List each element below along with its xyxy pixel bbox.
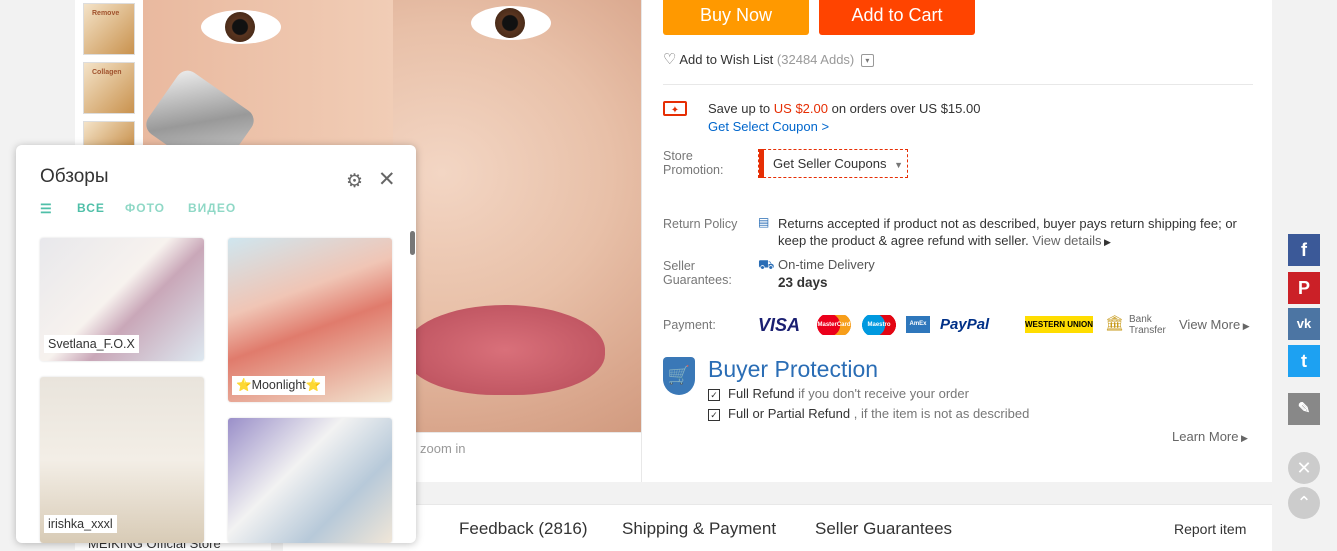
tab-shipping-payment[interactable]: Shipping & Payment xyxy=(622,519,776,539)
report-item-link[interactable]: Report item xyxy=(1174,521,1246,537)
tab-video[interactable]: ВИДЕО xyxy=(188,201,236,215)
paypal-icon: PayPal xyxy=(940,316,990,333)
wishlist[interactable]: ♡ Add to Wish List (32484 Adds) ▾ xyxy=(663,50,874,68)
return-policy: Returns accepted if product not as descr… xyxy=(778,215,1253,251)
full-refund-item: ✓ Full Refund if you don't receive your o… xyxy=(708,386,969,401)
edit-icon[interactable]: ✎ xyxy=(1288,393,1320,425)
close-icon[interactable]: ✕ xyxy=(378,167,396,192)
get-select-coupon-link[interactable]: Get Select Coupon > xyxy=(708,119,980,134)
full-refund-label: Full Refund xyxy=(728,386,795,401)
check-icon: ✓ xyxy=(708,389,720,401)
divider xyxy=(641,0,642,482)
return-policy-text: Returns accepted if product not as descr… xyxy=(778,216,1237,248)
partial-refund-item: ✓ Full or Partial Refund , if the item is… xyxy=(708,406,1029,421)
thumbnail[interactable]: Collagen xyxy=(83,62,135,114)
tab-seller-guarantees[interactable]: Seller Guarantees xyxy=(815,519,952,539)
get-seller-coupons-button[interactable]: Get Seller Coupons ▼ xyxy=(758,149,908,178)
detail-tab-bar: Feedback (2816) Shipping & Payment Selle… xyxy=(283,504,1272,551)
arrow-right-icon: ▶ xyxy=(1101,237,1111,247)
bank-icon: 🏛 xyxy=(1105,315,1125,332)
scroll-top-icon[interactable]: ⌃ xyxy=(1288,487,1320,519)
coupon-amount: US $2.00 xyxy=(773,101,828,116)
learn-more-label: Learn More xyxy=(1172,429,1239,444)
list-icon[interactable]: ☰ xyxy=(40,201,53,217)
seller-coupons-label: Get Seller Coupons xyxy=(773,156,887,171)
vk-share-icon[interactable]: vk xyxy=(1288,308,1320,340)
wishlist-label: Add to Wish List xyxy=(679,52,774,67)
pinterest-share-icon[interactable]: P xyxy=(1288,272,1320,304)
gear-icon[interactable]: ⚙ xyxy=(346,170,363,193)
add-to-cart-button[interactable]: Add to Cart xyxy=(819,0,975,35)
tab-all[interactable]: ВСЕ xyxy=(77,201,105,215)
coupon-text: Save up to xyxy=(708,101,774,116)
cart-shield-icon: 🛒 xyxy=(663,357,695,395)
truck-icon: ⛟ xyxy=(758,257,775,272)
scrollbar[interactable] xyxy=(410,231,415,255)
visa-icon: VISA xyxy=(758,315,801,335)
store-promotion-label: Store Promotion: xyxy=(663,149,724,177)
review-card[interactable]: ⭐Moonlight⭐ xyxy=(228,238,392,402)
arrow-right-icon: ▶ xyxy=(1240,321,1250,331)
amex-icon: AmEx xyxy=(906,316,930,333)
tab-feedback[interactable]: Feedback (2816) xyxy=(459,519,588,539)
partial-refund-desc: , if the item is not as described xyxy=(850,406,1030,421)
review-card[interactable]: irishka_xxxl xyxy=(40,377,204,543)
eye-right xyxy=(471,6,551,40)
bank-transfer-label: Bank Transfer xyxy=(1129,314,1166,336)
full-refund-desc: if you don't receive your order xyxy=(794,386,969,401)
eye-left xyxy=(201,10,281,44)
arrow-right-icon: ▶ xyxy=(1238,433,1248,443)
heart-icon: ♡ xyxy=(663,51,677,68)
mastercard-icon: MasterCard xyxy=(816,315,852,335)
close-circle-icon[interactable]: ✕ xyxy=(1288,452,1320,484)
divider xyxy=(663,84,1253,85)
lips xyxy=(405,305,605,395)
western-union-icon: WESTERN UNION xyxy=(1025,316,1093,333)
coupon-text: on orders over US $15.00 xyxy=(827,101,981,116)
review-card[interactable]: Svetlana_F.O.X xyxy=(40,238,204,361)
seller-guarantees-label: Seller Guarantees: xyxy=(663,259,732,287)
view-details-link[interactable]: View details xyxy=(1032,233,1101,248)
twitter-share-icon[interactable]: t xyxy=(1288,345,1320,377)
buyer-protection-title: Buyer Protection xyxy=(708,356,879,382)
review-card[interactable] xyxy=(228,418,392,543)
zoom-hint: zoom in xyxy=(420,441,466,456)
thumbnail-text: Collagen xyxy=(92,69,122,76)
chevron-down-icon[interactable]: ▾ xyxy=(860,54,874,68)
thumbnail[interactable]: Remove xyxy=(83,3,135,55)
wishlist-count: (32484 Adds) xyxy=(776,52,855,67)
thumbnail[interactable] xyxy=(83,121,135,148)
caret-down-icon: ▼ xyxy=(894,160,903,170)
buy-now-button[interactable]: Buy Now xyxy=(663,0,809,35)
reviewer-name: ⭐Moonlight⭐ xyxy=(232,376,326,395)
popup-title: Обзоры xyxy=(40,166,109,187)
thumbnail-text: Remove xyxy=(92,10,120,17)
return-icon: ▤ xyxy=(758,215,770,229)
partial-refund-label: Full or Partial Refund xyxy=(728,406,851,421)
coupon-icon: ✦ xyxy=(663,101,687,116)
facebook-share-icon[interactable]: f xyxy=(1288,234,1320,266)
on-time-delivery: On-time Delivery xyxy=(778,257,875,272)
maestro-icon: Maestro xyxy=(861,315,897,335)
review-photo xyxy=(228,418,392,543)
check-icon: ✓ xyxy=(708,409,720,421)
return-policy-label: Return Policy xyxy=(663,217,738,231)
view-more-link[interactable]: View More ▶ xyxy=(1179,317,1250,332)
learn-more-link[interactable]: Learn More ▶ xyxy=(1172,429,1248,444)
view-more-label: View More xyxy=(1179,317,1241,332)
reviews-popup: Обзоры ⚙ ✕ ☰ ВСЕ ФОТО ВИДЕО Svetlana_F.O… xyxy=(16,145,416,543)
tab-photo[interactable]: ФОТО xyxy=(125,201,165,215)
coupon-offer: Save up to US $2.00 on orders over US $1… xyxy=(708,101,980,134)
payment-label: Payment: xyxy=(663,318,716,332)
reviewer-name: irishka_xxxl xyxy=(44,515,117,533)
reviewer-name: Svetlana_F.O.X xyxy=(44,335,139,353)
delivery-days: 23 days xyxy=(778,275,828,290)
